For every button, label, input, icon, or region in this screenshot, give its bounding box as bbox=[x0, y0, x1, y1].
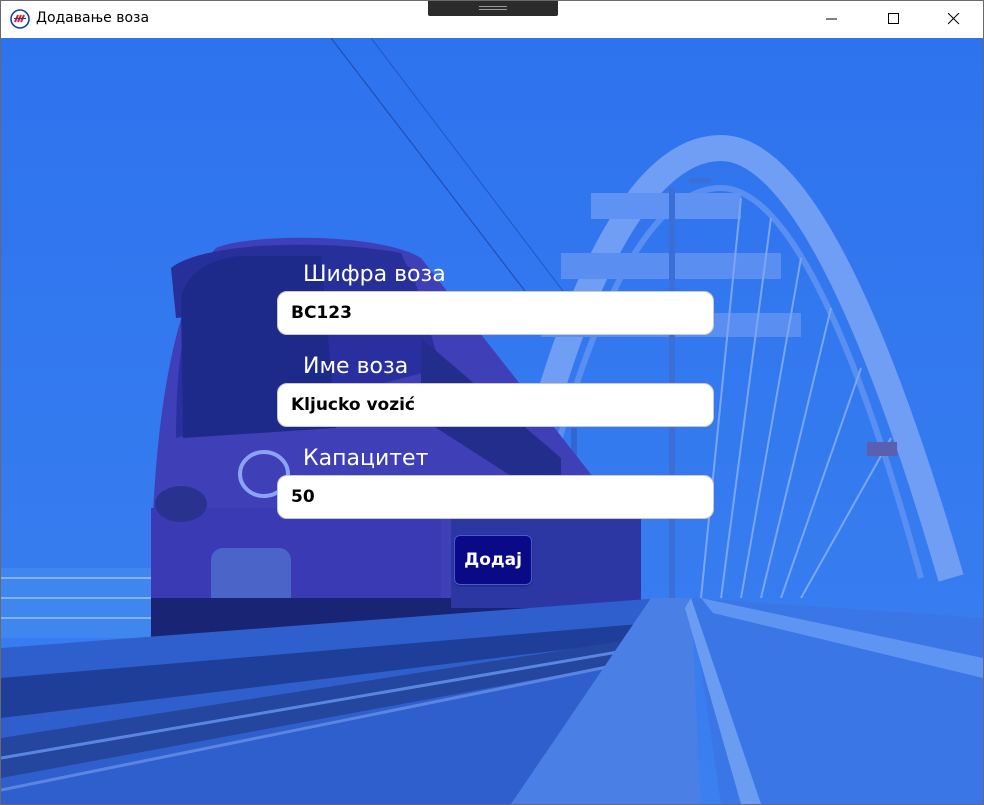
window-title: Додавање воза bbox=[36, 10, 150, 26]
train-code-label: Шифра воза bbox=[303, 262, 446, 287]
capacity-input[interactable] bbox=[277, 475, 714, 519]
minimize-button[interactable] bbox=[809, 1, 855, 37]
close-icon bbox=[948, 13, 960, 25]
maximize-icon bbox=[888, 13, 899, 24]
form-area: Шифра воза Име воза Капацитет Додај bbox=[1, 38, 983, 804]
add-train-button[interactable]: Додај bbox=[454, 535, 532, 585]
train-name-input[interactable] bbox=[277, 383, 714, 427]
minimize-icon bbox=[826, 18, 837, 20]
snap-layout-handle[interactable] bbox=[428, 1, 558, 16]
railway-logo-icon bbox=[10, 9, 30, 29]
title-bar[interactable]: Додавање воза bbox=[1, 1, 983, 38]
train-code-input[interactable] bbox=[277, 291, 714, 335]
capacity-label: Капацитет bbox=[303, 446, 429, 471]
close-button[interactable] bbox=[931, 1, 977, 37]
train-name-label: Име воза bbox=[303, 354, 409, 379]
maximize-button[interactable] bbox=[871, 1, 917, 37]
add-train-window: Додавање воза Шифра воза BC123 Име воза … bbox=[0, 0, 984, 805]
